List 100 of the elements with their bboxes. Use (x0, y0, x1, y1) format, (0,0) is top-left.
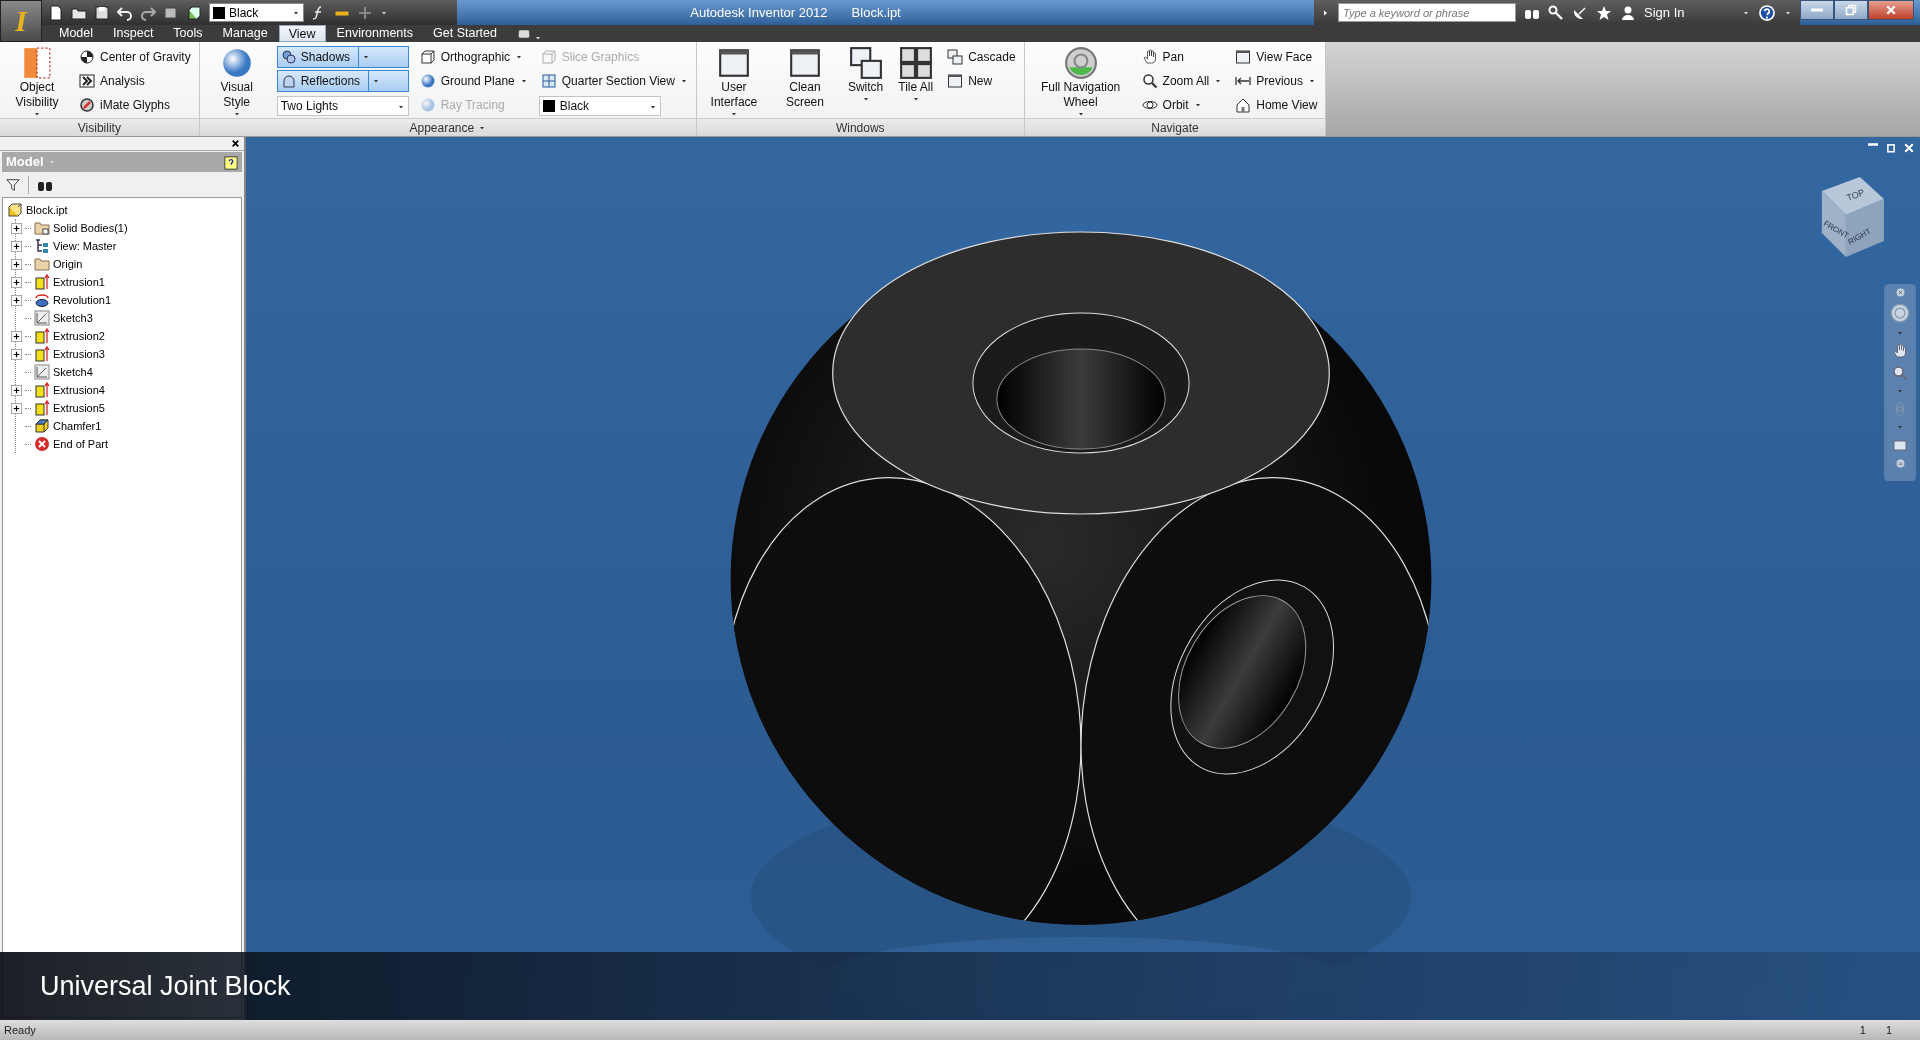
magnifier-icon[interactable] (1892, 365, 1908, 381)
ribbon-button[interactable]: Tile All (895, 46, 937, 103)
caret-icon[interactable] (1193, 101, 1202, 109)
sphere-icon (419, 73, 436, 89)
ribbon-button[interactable]: View Face (1233, 46, 1320, 68)
expand-button[interactable] (11, 258, 22, 270)
ribbon-button[interactable]: New (945, 70, 1018, 92)
dropdown-field[interactable]: Two Lights (276, 96, 409, 116)
expand-button[interactable] (11, 384, 22, 396)
ribbon-button[interactable]: Zoom All (1139, 70, 1225, 92)
ribbon-tab[interactable]: Get Started (424, 25, 506, 42)
star-icon[interactable] (1596, 4, 1612, 21)
redo-icon[interactable] (140, 4, 156, 21)
toggle-button[interactable]: Shadows (276, 46, 409, 68)
ribbon-button[interactable]: Orbit (1139, 94, 1225, 116)
plus-icon[interactable] (357, 4, 373, 21)
tree-item[interactable]: Extrusion5 (53, 399, 105, 417)
tree-item[interactable]: Block.ipt (26, 201, 68, 219)
menu-icon[interactable] (1895, 459, 1905, 468)
expand-button[interactable] (11, 402, 22, 414)
tree-item[interactable]: Extrusion1 (53, 273, 105, 291)
restore-button[interactable] (1834, 0, 1868, 20)
ribbon-button[interactable]: Clean Screen (773, 46, 836, 110)
tree-item[interactable]: Origin (53, 255, 83, 273)
ribbon-tab[interactable]: Environments (327, 25, 423, 42)
ribbon-tab[interactable]: Manage (213, 25, 277, 42)
panel-title: Visibility (77, 119, 121, 137)
panel-toggle-icon[interactable] (516, 27, 532, 40)
expand-button[interactable] (11, 222, 22, 234)
minimize-button[interactable] (1800, 0, 1834, 20)
caret-icon[interactable] (861, 95, 870, 103)
ribbon-button[interactable]: iMate Glyphs (77, 94, 193, 116)
new-file-icon[interactable] (48, 4, 64, 21)
ribbon-tab[interactable]: Tools (164, 25, 212, 42)
ribbon-tab[interactable]: Inspect (104, 25, 163, 42)
expand-button[interactable] (11, 276, 22, 288)
satellite-dish-icon[interactable] (1572, 4, 1588, 21)
ribbon-button[interactable]: Previous (1233, 70, 1320, 92)
expand-button[interactable] (11, 330, 22, 342)
hand-icon[interactable] (1892, 343, 1908, 359)
person-icon[interactable] (1620, 4, 1636, 21)
help-icon[interactable] (224, 155, 238, 170)
ribbon-tab[interactable]: Model (50, 25, 103, 42)
ribbon-button[interactable]: Home View (1233, 94, 1320, 116)
chamfer-icon (34, 418, 50, 434)
view-cube[interactable] (1821, 177, 1884, 257)
tree-item[interactable]: Sketch4 (53, 363, 93, 381)
help-icon[interactable] (1758, 3, 1776, 22)
tree-item[interactable]: Revolution1 (53, 291, 112, 309)
ribbon-button[interactable]: Ground Plane (417, 70, 530, 92)
ribbon-button[interactable]: User Interface (702, 46, 765, 118)
caret-icon[interactable] (1214, 77, 1223, 85)
appearance-combo[interactable]: Black (209, 3, 304, 22)
search-field[interactable]: Type a keyword or phrase (1338, 3, 1516, 22)
hand-icon (1141, 49, 1158, 65)
ribbon-button[interactable]: Full Navigation Wheel (1030, 46, 1131, 118)
caret-icon[interactable] (519, 77, 528, 85)
ribbon-button[interactable]: Pan (1139, 46, 1225, 68)
ribbon-button[interactable]: Switch (844, 46, 887, 103)
ribbon-button[interactable]: Quarter Section View (538, 70, 690, 92)
caret-icon[interactable] (911, 95, 920, 103)
cube-face-label[interactable]: TOP (1845, 187, 1866, 203)
toggle-button[interactable]: Reflections (276, 70, 409, 92)
dropdown-field[interactable]: Black (538, 96, 661, 116)
screen-icon[interactable] (1892, 437, 1908, 453)
tree-item[interactable]: Extrusion2 (53, 327, 105, 345)
caret-icon[interactable] (679, 77, 688, 85)
ribbon-tab[interactable]: View (278, 25, 326, 42)
filter-icon[interactable] (6, 178, 20, 192)
tree-item[interactable]: Chamfer1 (53, 417, 102, 435)
tree-item[interactable]: Extrusion3 (53, 345, 105, 363)
sign-in-button[interactable]: Sign In (1644, 2, 1734, 23)
cube-icon[interactable] (186, 4, 202, 21)
ribbon-button[interactable]: Visual Style (205, 46, 268, 118)
ribbon-button[interactable]: Orthographic (417, 46, 530, 68)
close-button[interactable] (1868, 0, 1914, 20)
caret-icon[interactable] (1307, 77, 1316, 85)
caret-icon[interactable] (362, 53, 371, 61)
tree-item[interactable]: Extrusion4 (53, 381, 105, 399)
expand-button[interactable] (11, 240, 22, 252)
tree-item[interactable]: Sketch3 (53, 309, 93, 327)
close-icon[interactable] (231, 139, 240, 148)
tree-item[interactable]: End of Part (53, 435, 109, 453)
ribbon-button[interactable]: Object Visibility (6, 46, 68, 118)
undo-icon[interactable] (117, 4, 133, 21)
caret-icon[interactable] (515, 53, 524, 61)
expand-button[interactable] (11, 294, 22, 306)
expand-button[interactable] (11, 348, 22, 360)
restore-icon[interactable] (1886, 143, 1896, 153)
wheel-icon[interactable] (1890, 303, 1910, 323)
ribbon-button[interactable]: Analysis (77, 70, 193, 92)
caption-text: Universal Joint Block (40, 969, 291, 1003)
ribbon-button[interactable]: Center of Gravity (77, 46, 193, 68)
save-icon[interactable] (94, 4, 110, 21)
status-text: Ready (4, 1022, 36, 1038)
tree-item[interactable]: Solid Bodies(1) (53, 219, 128, 237)
ribbon-button[interactable]: Cascade (945, 46, 1018, 68)
dome-icon (280, 73, 297, 89)
caret-icon[interactable] (372, 77, 381, 85)
tree-item[interactable]: View: Master (53, 237, 117, 255)
